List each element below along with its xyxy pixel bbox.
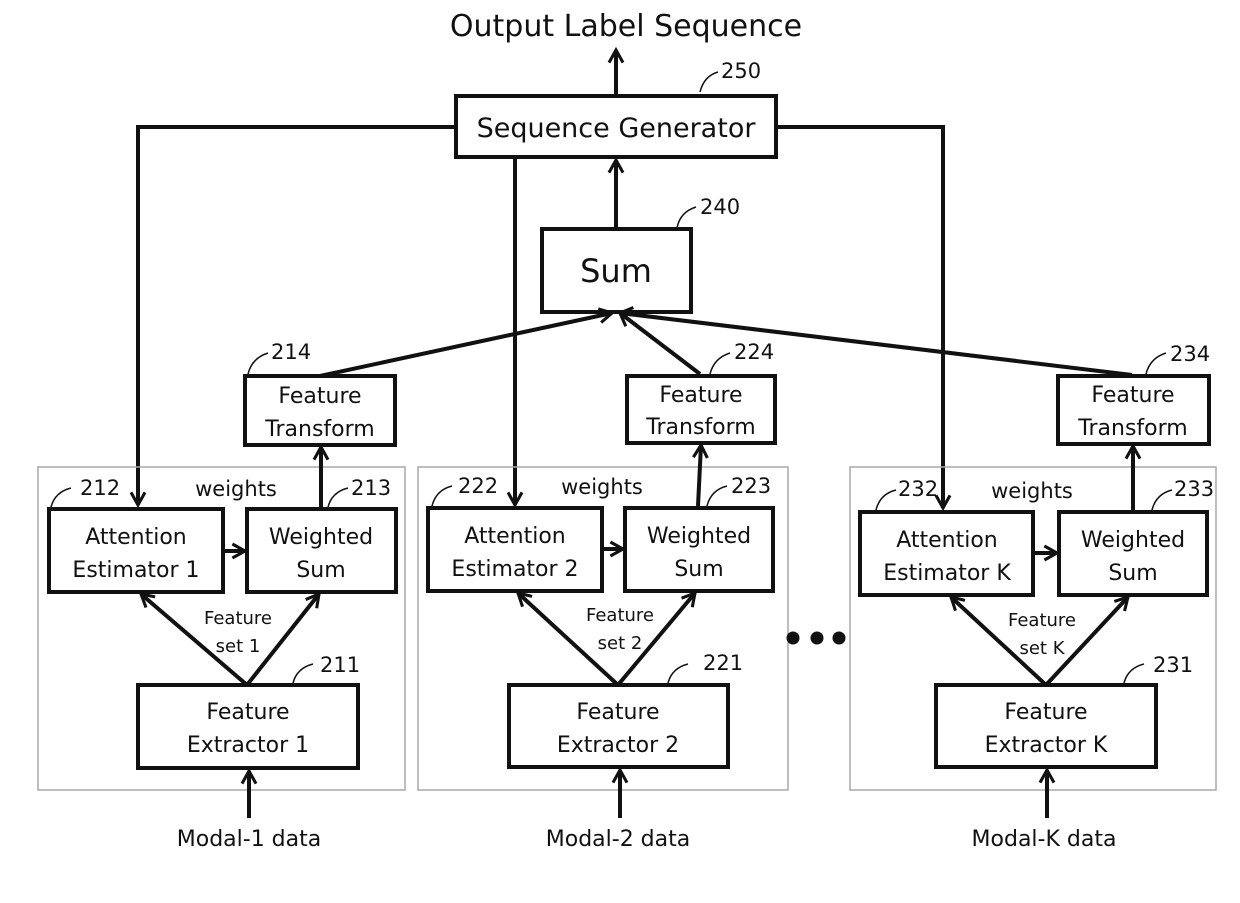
weighted-sum-k-line1: Weighted: [1081, 528, 1185, 553]
ref-223: 223: [731, 474, 771, 498]
ref-leader-250: [699, 71, 719, 93]
ref-214: 214: [271, 340, 311, 364]
modality-2: Feature Transform 224 Attention Estimato…: [426, 340, 777, 852]
attention-estimator-k-line1: Attention: [896, 528, 998, 553]
feature-transform-2-line2: Transform: [645, 415, 755, 440]
feature-extractor-1-line1: Feature: [206, 700, 289, 725]
feature-set-k-line1: Feature: [1008, 610, 1076, 631]
generator-to-attention-1-arrow: [138, 125, 456, 505]
ref-222: 222: [458, 474, 498, 498]
feature-set-1-line2: set 1: [216, 636, 261, 657]
feature-extractor-2-line1: Feature: [576, 700, 659, 725]
weighted-sum-1-line1: Weighted: [269, 525, 373, 550]
sum-label: Sum: [580, 252, 652, 290]
ref-234: 234: [1170, 342, 1210, 366]
ref-221: 221: [703, 651, 743, 675]
ref-240: 240: [700, 195, 740, 219]
ellipsis-icon: [786, 631, 846, 645]
feature-transform-k-line2: Transform: [1077, 416, 1187, 441]
ref-224: 224: [734, 340, 774, 364]
ref-233: 233: [1174, 477, 1214, 501]
feature-extractor-2-line2: Extractor 2: [557, 733, 679, 758]
ref-leader-221: [667, 663, 689, 684]
feature-set-1-line1: Feature: [204, 608, 272, 629]
feature-transform-1-line1: Feature: [278, 384, 361, 409]
ref-leader-211: [292, 663, 314, 684]
output-label-sequence-title: Output Label Sequence: [450, 9, 802, 44]
weighted-sum-1-line2: Sum: [296, 558, 345, 583]
attention-estimator-k-line2: Estimator K: [883, 561, 1011, 586]
ref-leader-212: [50, 487, 72, 508]
weights-label-2: weights: [561, 475, 643, 499]
ref-leader-233: [1151, 489, 1173, 511]
ref-232: 232: [898, 477, 938, 501]
weighted-sum-2-to-transform-arrow: [698, 445, 701, 507]
feature-extractor-1-line2: Extractor 1: [187, 733, 309, 758]
transform-k-to-sum-arrow: [620, 313, 1133, 377]
modal-2-input-label: Modal-2 data: [546, 827, 690, 852]
ref-leader-213: [327, 487, 349, 508]
weighted-sum-k-line2: Sum: [1108, 561, 1157, 586]
multimodal-attention-diagram: Output Label Sequence Sequence Generator…: [37, 9, 1217, 852]
feature-transform-k-line1: Feature: [1091, 383, 1174, 408]
feature-set-2-line1: Feature: [586, 605, 654, 626]
ref-leader-240: [676, 206, 697, 229]
ref-leader-232: [875, 489, 897, 511]
sequence-generator-label: Sequence Generator: [477, 113, 757, 144]
attention-estimator-1-line1: Attention: [85, 525, 187, 550]
ref-231: 231: [1153, 653, 1193, 677]
feature-set-2-line2: set 2: [598, 633, 643, 654]
feature-extractor-k-line2: Extractor K: [985, 733, 1108, 758]
attention-estimator-1-line2: Estimator 1: [72, 558, 199, 583]
ref-leader-214: [247, 352, 269, 375]
ref-leader-231: [1123, 663, 1145, 684]
feature-transform-2-line1: Feature: [659, 383, 742, 408]
attention-estimator-2-line1: Attention: [464, 524, 566, 549]
weights-label-k: weights: [991, 479, 1073, 503]
ref-leader-234: [1145, 352, 1167, 375]
weights-label-1: weights: [195, 477, 277, 501]
feature-set-k-line2: set K: [1019, 638, 1065, 659]
ref-211: 211: [320, 653, 360, 677]
modal-1-input-label: Modal-1 data: [177, 827, 321, 852]
attention-estimator-2-line2: Estimator 2: [451, 557, 578, 582]
ref-250: 250: [721, 59, 761, 83]
modality-k: Feature Transform 234 Attention Estimato…: [858, 342, 1214, 852]
weighted-sum-2-line1: Weighted: [647, 524, 751, 549]
ref-leader-223: [706, 485, 728, 507]
generator-to-attention-k-arrow: [776, 125, 943, 508]
transform-1-to-sum-arrow: [319, 313, 612, 378]
ref-212: 212: [80, 476, 120, 500]
feature-transform-1-line2: Transform: [264, 417, 374, 442]
ref-leader-224: [709, 352, 731, 375]
feature-extractor-k-line1: Feature: [1004, 700, 1087, 725]
ref-213: 213: [351, 476, 391, 500]
ref-leader-222: [431, 485, 453, 507]
sum-block: Sum 240: [540, 195, 740, 314]
modality-1: Feature Transform 214 Attention Estimato…: [47, 340, 398, 852]
modal-k-input-label: Modal-K data: [972, 827, 1117, 852]
weighted-sum-2-line2: Sum: [674, 557, 723, 582]
